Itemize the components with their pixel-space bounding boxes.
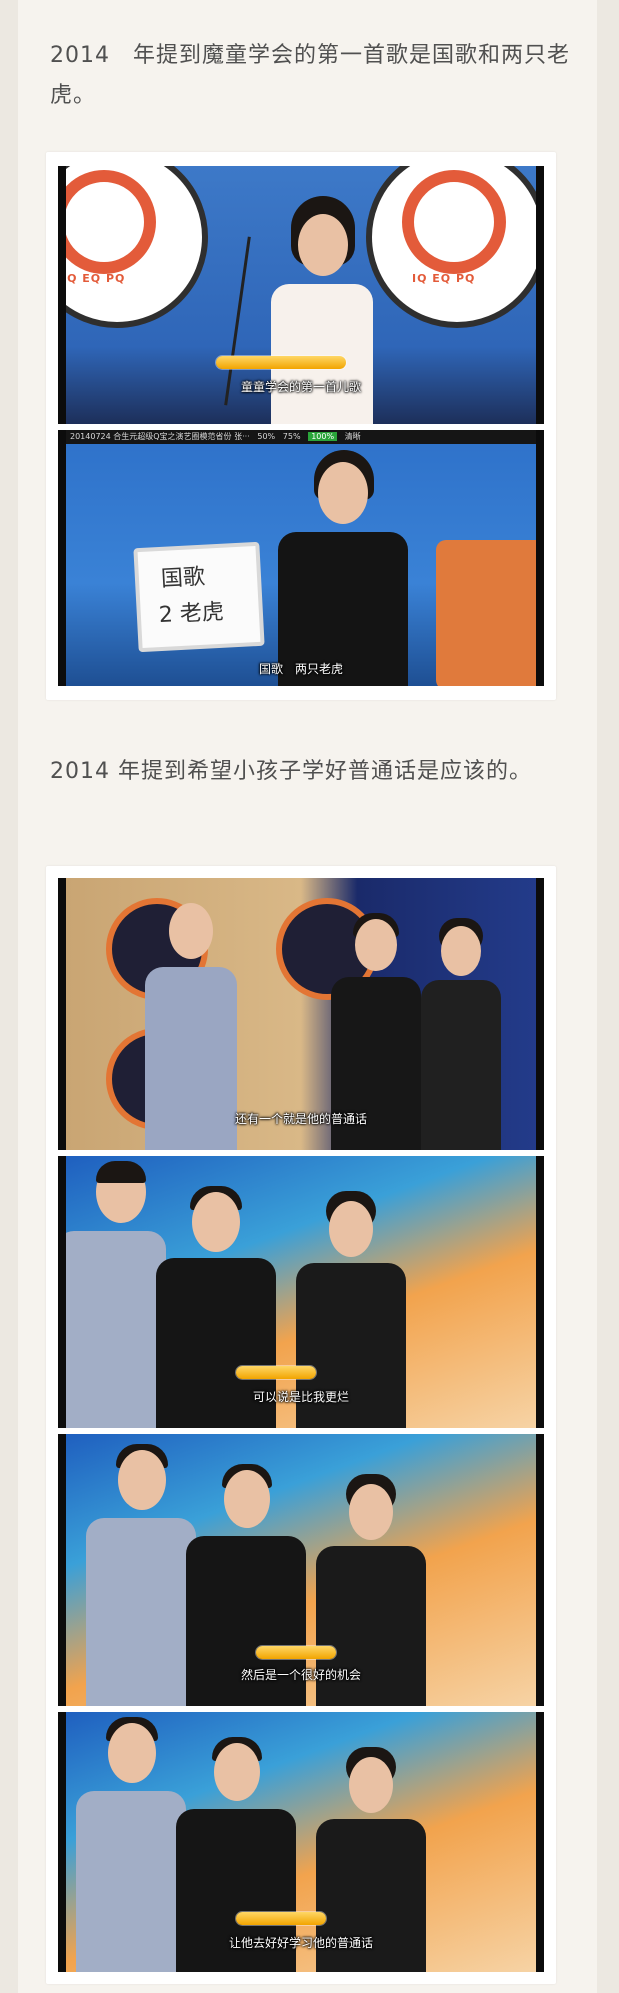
caption-nameplate (256, 1646, 336, 1659)
video-frame-5: 然后是一个很好的机会 (58, 1434, 544, 1706)
host-man-grey (66, 1161, 166, 1428)
caption-nameplate (236, 1912, 326, 1925)
video-frame-3: 还有一个就是他的普通话 (58, 878, 544, 1150)
subtitle-2: 国歌 两只老虎 (258, 662, 344, 676)
iqeqpq-logo-left: IQ EQ PQ (66, 166, 208, 328)
host-man-grey (141, 903, 241, 1150)
caption-nameplate (216, 356, 346, 369)
video-ticker-bar: 20140724 合生元超级Q宝之演艺圈模范省份 张··· 50% 75% 10… (66, 430, 536, 444)
right-margin-rail (597, 0, 619, 1993)
woman-in-black (266, 450, 416, 686)
image-card-1[interactable]: IQ EQ PQ IQ EQ PQ 童童学会的第一首儿歌 20140724 合生… (46, 152, 556, 700)
stage-orange-block (436, 540, 536, 686)
subtitle-3: 还有一个就是他的普通话 (234, 1112, 368, 1126)
host-man-grey (86, 1444, 196, 1706)
host-man-grey (76, 1717, 186, 1972)
woman-dark-outfit (421, 918, 501, 1150)
subtitle-6: 让他去好好学习他的普通话 (228, 1936, 374, 1950)
whiteboard: 国歌 2 老虎 (133, 541, 265, 653)
subtitle-4: 可以说是比我更烂 (252, 1390, 350, 1404)
section-2-text: 2014 年提到希望小孩子学好普通话是应该的。 (50, 759, 532, 784)
section-1-text: 2014 年提到魔童学会的第一首歌是国歌和两只老虎。 (50, 43, 570, 108)
video-frame-4: 可以说是比我更烂 (58, 1156, 544, 1428)
subtitle-5: 然后是一个很好的机会 (240, 1668, 362, 1682)
subtitle-1: 童童学会的第一首儿歌 (240, 380, 362, 394)
video-frame-6: 让他去好好学习他的普通话 (58, 1712, 544, 1972)
image-card-2[interactable]: 还有一个就是他的普通话 可以说是比我更烂 然后是一个很好的机会 让他去好好学习他… (46, 866, 556, 1984)
left-margin-rail (0, 0, 18, 1993)
video-frame-2: 20140724 合生元超级Q宝之演艺圈模范省份 张··· 50% 75% 10… (58, 430, 544, 686)
caption-nameplate (236, 1366, 316, 1379)
video-frame-1: IQ EQ PQ IQ EQ PQ 童童学会的第一首儿歌 (58, 166, 544, 424)
iqeqpq-logo-right: IQ EQ PQ (366, 166, 536, 328)
